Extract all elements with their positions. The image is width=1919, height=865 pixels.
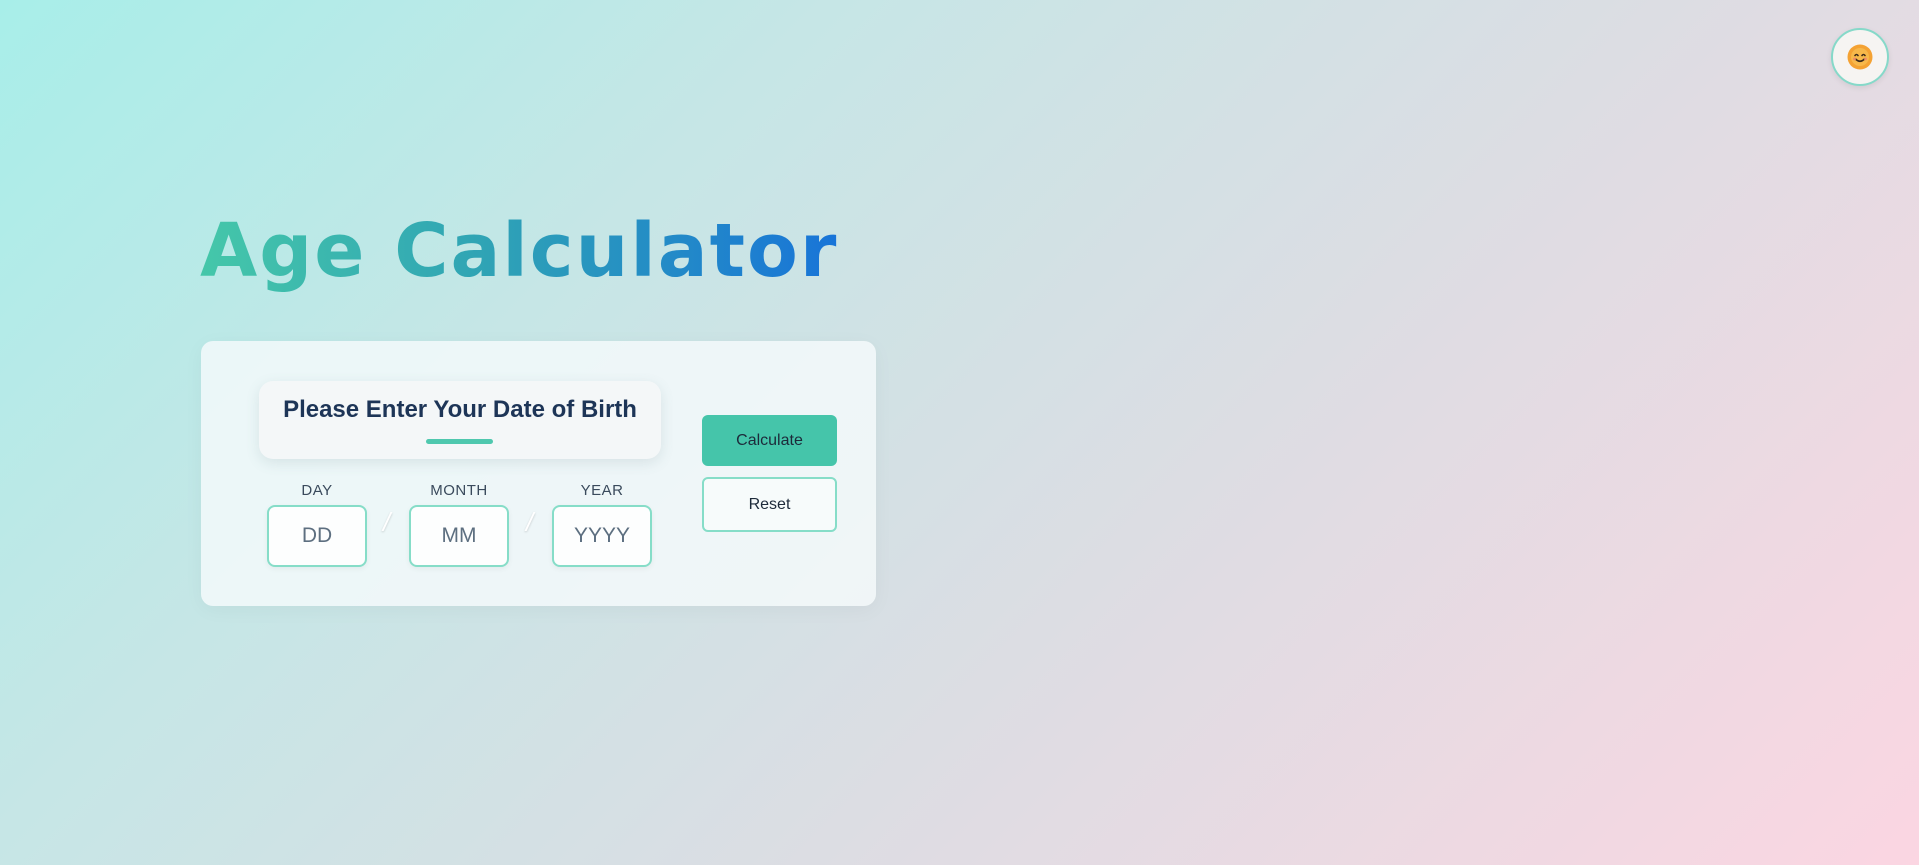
prompt-underline (426, 439, 493, 444)
calculate-button[interactable]: Calculate (702, 415, 837, 466)
day-field: DAY (267, 481, 367, 567)
date-separator: / (383, 507, 391, 537)
theme-toggle-button[interactable] (1831, 28, 1889, 86)
month-label: MONTH (430, 482, 488, 499)
date-separator: / (526, 507, 534, 537)
year-field: YEAR (552, 481, 652, 567)
sun-face-icon (1846, 43, 1874, 71)
year-input[interactable] (552, 505, 652, 567)
prompt-box: Please Enter Your Date of Birth (259, 381, 661, 459)
form-prompt: Please Enter Your Date of Birth (283, 396, 637, 423)
dob-form-card: Please Enter Your Date of Birth DAY / MO… (201, 341, 876, 606)
reset-button[interactable]: Reset (702, 477, 837, 532)
year-label: YEAR (580, 482, 624, 499)
month-field: MONTH (409, 481, 509, 567)
month-input[interactable] (409, 505, 509, 567)
page-title: Age Calculator (200, 208, 839, 294)
day-input[interactable] (267, 505, 367, 567)
day-label: DAY (301, 482, 333, 499)
